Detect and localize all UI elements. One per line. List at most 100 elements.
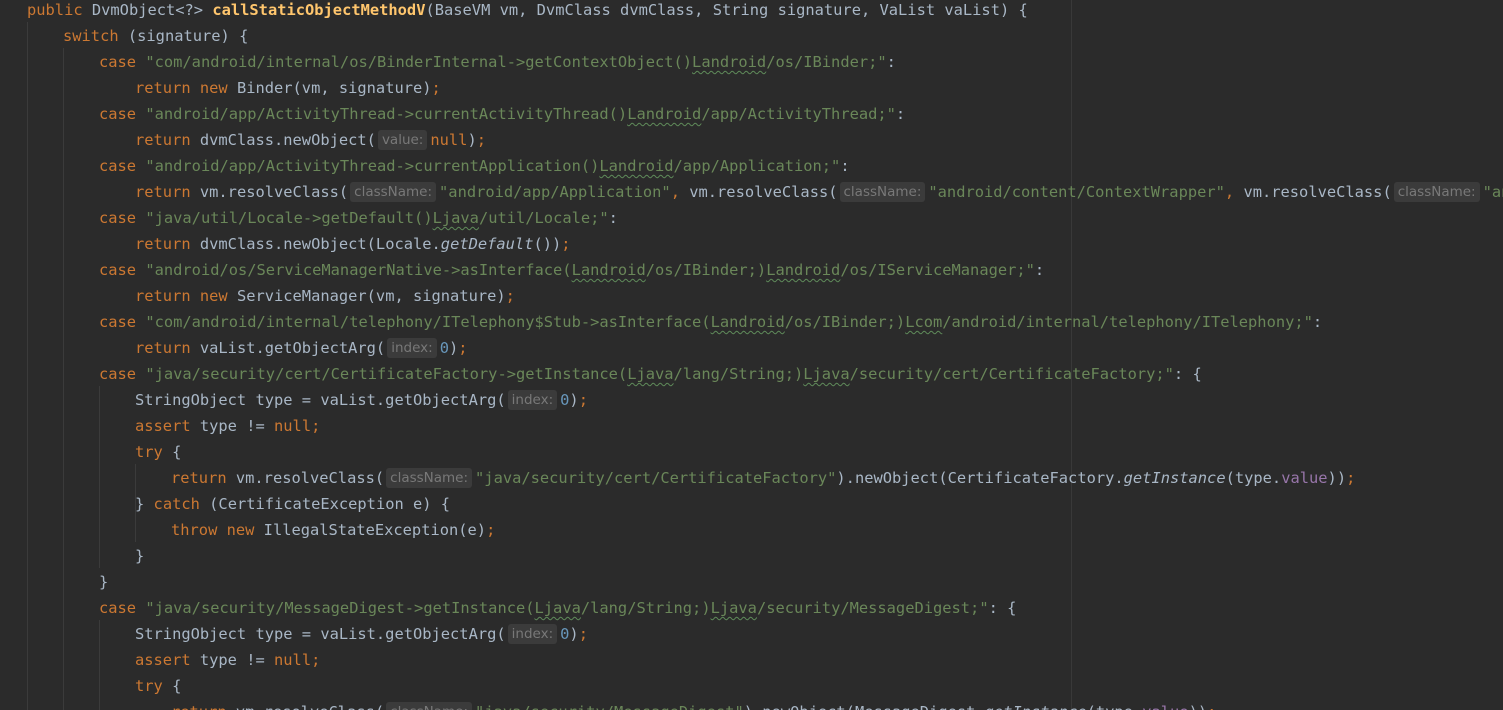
keyword-token: ; (476, 131, 487, 149)
code-token: ()) (533, 235, 562, 253)
keyword-token: return new (135, 79, 237, 97)
string-literal: Landroid (710, 313, 785, 331)
code-line[interactable]: assert type != null; (135, 413, 320, 439)
code-token: : (886, 53, 896, 71)
string-literal: Landroid (571, 261, 646, 279)
string-literal: /os/IBinder;) (645, 261, 767, 279)
keyword-token: ; (578, 391, 588, 409)
string-literal: Ljava (432, 209, 479, 227)
code-token: dvmClass.newObject( (199, 131, 376, 149)
code-token: vm.resolveClass( (235, 469, 385, 487)
code-token: vm.resolveClass( (1243, 183, 1392, 201)
string-literal: "android/os/ServiceManagerNative->asInte… (145, 261, 572, 279)
right-margin-guide (1071, 0, 1072, 710)
parameter-hint: value: (377, 130, 428, 150)
code-line[interactable]: return vaList.getObjectArg(index: 0); (135, 335, 468, 361)
code-line[interactable]: } (135, 543, 144, 569)
code-token: (CertificateException e) { (209, 495, 451, 513)
code-token: DvmObject<?> (82, 1, 213, 19)
keyword-token: throw new (171, 521, 264, 539)
string-literal: "java/security/MessageDigest->getInstanc… (145, 599, 535, 617)
keyword-token: return (135, 235, 200, 253)
code-line[interactable]: assert type != null; (135, 647, 320, 673)
keyword-token: return new (135, 287, 237, 305)
code-token: ServiceManager(vm, signature) (236, 287, 506, 305)
code-line[interactable]: try { (135, 673, 181, 699)
field-reference: value (1142, 703, 1188, 710)
parameter-hint: index: (507, 390, 558, 410)
code-token: : (1034, 261, 1045, 279)
code-token: type != (199, 417, 275, 435)
string-literal: "java/security/cert/CertificateFactory" (475, 469, 837, 487)
keyword-token: return (135, 339, 200, 357)
parameter-hint: index: (387, 338, 437, 358)
code-line[interactable]: try { (135, 439, 181, 465)
parameter-hint: className: (839, 182, 926, 202)
code-line[interactable]: return new Binder(vm, signature); (135, 75, 441, 101)
static-method-call: getInstance (1123, 469, 1226, 487)
code-line[interactable]: return vm.resolveClass(className: "androi… (135, 179, 1503, 205)
parameter-hint: className: (386, 468, 473, 488)
code-line[interactable]: return vm.resolveClass(className:"java/s… (171, 699, 1216, 710)
string-literal: Ljava (803, 365, 850, 383)
number-literal: 0 (560, 625, 570, 643)
number-literal: 0 (560, 391, 570, 409)
string-literal: "com/android/internal/os/BinderInternal-… (145, 53, 693, 71)
string-literal: "android/app/ActivityThread->currentAppl… (145, 157, 600, 175)
code-token: : (1312, 313, 1323, 331)
code-token: )) (1189, 703, 1208, 710)
code-line[interactable]: case "com/android/internal/telephony/ITe… (99, 309, 1322, 335)
code-line[interactable]: return dvmClass.newObject(value: null); (135, 127, 486, 153)
string-literal: /lang/String;) (580, 599, 711, 617)
code-line[interactable]: } catch (CertificateException e) { (135, 491, 450, 517)
code-line[interactable]: case "android/app/ActivityThread->curren… (99, 153, 850, 179)
keyword-token: case (99, 313, 146, 331)
code-line[interactable]: } (99, 569, 108, 595)
code-token: StringObject type = vaList.getObjectArg( (135, 625, 506, 643)
code-line[interactable]: public DvmObject<?> callStaticObjectMeth… (27, 0, 1028, 23)
keyword-token: , (1224, 183, 1244, 201)
code-line[interactable]: return new ServiceManager(vm, signature)… (135, 283, 515, 309)
code-line[interactable]: case "java/util/Locale->getDefault()Ljav… (99, 205, 618, 231)
code-token: { (172, 677, 182, 695)
code-line[interactable]: case "com/android/internal/os/BinderInte… (99, 49, 896, 75)
code-token: vm.resolveClass( (236, 703, 384, 710)
keyword-token: ; (505, 287, 515, 305)
keyword-token: ; (561, 235, 571, 253)
keyword-token: ; (1346, 469, 1356, 487)
code-line[interactable]: return vm.resolveClass(className:"java/s… (171, 465, 1355, 491)
number-literal: 0 (439, 339, 449, 357)
code-token: )) (1327, 469, 1347, 487)
keyword-token: , (670, 183, 690, 201)
string-literal: "java/security/cert/CertificateFactory->… (145, 365, 628, 383)
string-literal: "java/util/Locale->getDefault() (145, 209, 433, 227)
code-line[interactable]: case "android/os/ServiceManagerNative->a… (99, 257, 1044, 283)
code-line[interactable]: return dvmClass.newObject(Locale.getDefa… (135, 231, 571, 257)
keyword-token: case (99, 599, 146, 617)
code-editor[interactable]: public DvmObject<?> callStaticObjectMeth… (0, 0, 1503, 710)
keyword-token: ; (431, 79, 441, 97)
keyword-token: null; (274, 417, 321, 435)
code-token: ).newObject(CertificateFactory. (836, 469, 1124, 487)
code-token: vm.resolveClass( (199, 183, 349, 201)
string-literal: Landroid (692, 53, 767, 71)
code-line[interactable]: throw new IllegalStateException(e); (171, 517, 495, 543)
keyword-token: assert (135, 417, 200, 435)
code-token: ) (448, 339, 459, 357)
code-token: vm.resolveClass( (689, 183, 838, 201)
code-token: } (135, 547, 145, 565)
code-line[interactable]: StringObject type = vaList.getObjectArg(… (135, 387, 588, 413)
string-literal: /app/ActivityThread;" (701, 105, 896, 123)
string-literal: Landroid (627, 105, 702, 123)
string-literal: Lcom (905, 313, 943, 331)
code-line[interactable]: switch (signature) { (63, 23, 248, 49)
string-literal: Landroid (599, 157, 674, 175)
code-line[interactable]: case "android/app/ActivityThread->curren… (99, 101, 905, 127)
code-line[interactable]: case "java/security/MessageDigest->getIn… (99, 595, 1016, 621)
parameter-hint: className: (350, 182, 437, 202)
keyword-token: null; (274, 651, 321, 669)
string-literal: /os/IBinder;" (766, 53, 887, 71)
code-line[interactable]: case "java/security/cert/CertificateFact… (99, 361, 1202, 387)
string-literal: "android/content/ContextWrapper" (928, 183, 1225, 201)
code-line[interactable]: StringObject type = vaList.getObjectArg(… (135, 621, 588, 647)
